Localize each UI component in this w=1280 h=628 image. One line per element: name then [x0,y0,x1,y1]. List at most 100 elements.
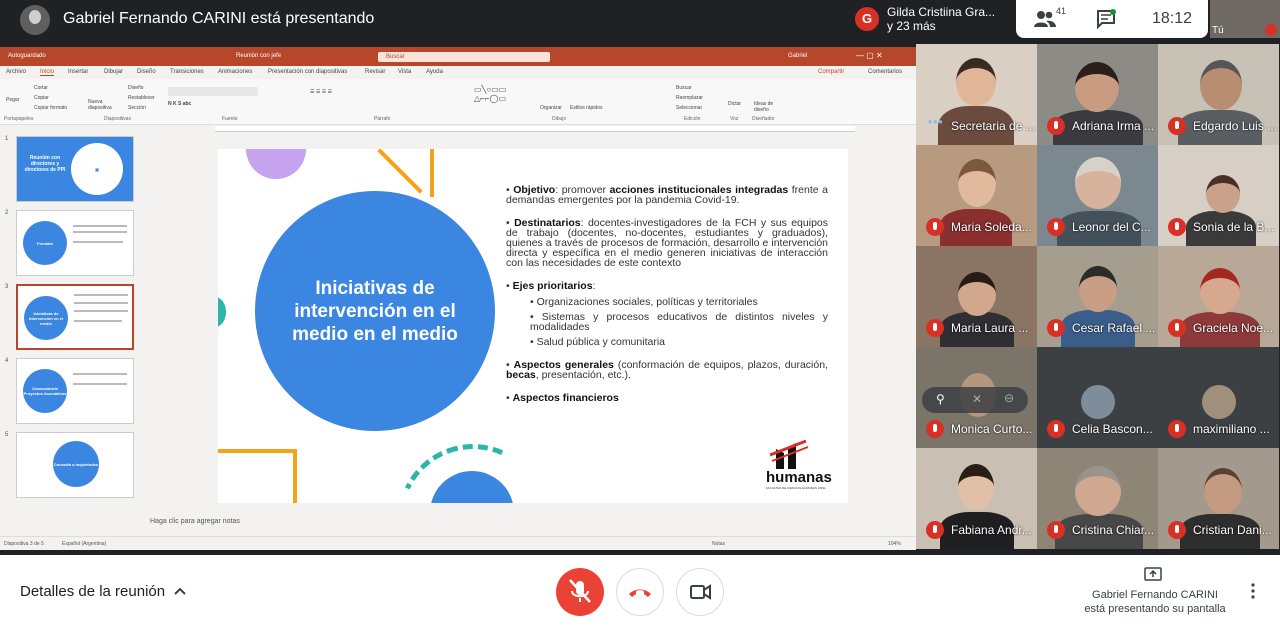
pin-icon[interactable]: ⚲ [936,392,945,406]
participants-count: 41 [1056,6,1067,16]
participant-name: Celia Bascon... [1072,422,1153,436]
active-speaker-card[interactable]: G Gilda Cristiina Gra... y 23 más [847,0,1013,38]
layout-button[interactable]: Diseño [128,85,144,91]
section-button[interactable]: Sección [128,105,146,111]
thumb-num: 4 [5,358,9,364]
participant-tile[interactable]: Adriana Irma ... [1037,44,1158,145]
group-dibujo: Dibujo [552,116,567,122]
meeting-details-button[interactable]: Detalles de la reunión [20,583,165,600]
menu-archivo[interactable]: Archivo [6,69,26,75]
ppt-ribbon: Pegar Cortar Copiar Copiar formato Nueva… [0,79,916,125]
mic-off-icon [1168,117,1186,135]
remove-icon[interactable]: ⊖ [1004,391,1014,405]
participant-tile[interactable]: Graciela Noe... [1158,246,1279,347]
camera-toggle-button[interactable] [676,568,724,616]
participant-tile[interactable]: Cristina Chiar... [1037,448,1158,549]
mic-toggle-button[interactable] [556,568,604,616]
menu-diseno[interactable]: Diseño [137,69,156,75]
new-slide-button[interactable]: Nueva diapositiva [88,99,118,111]
participant-name: Edgardo Luis ... [1193,119,1278,133]
people-icon[interactable] [1034,10,1056,28]
slide-thumb-3[interactable]: Iniciativas de intervención en el medio [16,284,134,350]
participant-name: Fabiana Andr... [951,523,1032,537]
share-button[interactable]: Compartir [818,69,844,75]
format-painter-button[interactable]: Copiar formato [34,105,67,111]
participant-tile[interactable]: Fabiana Andr... [916,448,1037,549]
font-format-buttons[interactable]: N K S abc [168,101,191,107]
cut-button[interactable]: Cortar [34,85,48,91]
copy-button[interactable]: Copiar [34,95,49,101]
menu-animaciones[interactable]: Animaciones [218,69,252,75]
ppt-user[interactable]: Gabriel [788,53,807,59]
chevron-up-icon[interactable] [174,585,186,597]
reset-button[interactable]: Restablecer [128,95,155,101]
thumb-num: 3 [5,284,9,290]
find-button[interactable]: Buscar [676,85,692,91]
dictate-button[interactable]: Dictar [728,101,741,107]
more-options-icon[interactable] [1250,583,1256,599]
participant-tile[interactable]: Cesar Rafael ... [1037,246,1158,347]
autosave-label[interactable]: Autoguardado [8,53,46,59]
hang-up-button[interactable] [616,568,664,616]
participant-name: Cristina Chiar... [1072,523,1155,537]
slide-thumb-4[interactable]: Convocatoria Proyectos Asociativos [16,358,134,424]
paste-button[interactable]: Pegar [6,97,19,103]
participant-avatar [1202,385,1236,419]
speaker-avatar: G [855,7,879,31]
self-video-tile[interactable]: Tú [1210,0,1280,38]
menu-revisar[interactable]: Revisar [365,69,385,75]
zoom-level[interactable]: 104% [888,541,901,547]
quick-styles-button[interactable]: Estilos rápidos [570,105,603,111]
mic-off-icon [1168,319,1186,337]
mic-off-icon [1047,521,1065,539]
menu-dibujar[interactable]: Dibujar [104,69,123,75]
participant-tile[interactable]: Maria Soleda... [916,145,1037,246]
mic-off-icon [926,420,944,438]
clock: 18:12 [1152,10,1193,27]
comments-button[interactable]: Comentarios [868,69,902,75]
notes-pane[interactable]: Haga clic para agregar notas [140,512,916,536]
participant-tile[interactable]: ••• Secretaria de ... [916,44,1037,145]
menu-insertar[interactable]: Insertar [68,69,88,75]
participant-tile[interactable]: Maria Laura ... [916,246,1037,347]
slide-body: • Objetivo: promover acciones institucio… [506,185,828,416]
menu-presentacion[interactable]: Presentación con diapositivas [268,69,347,75]
tile-hover-controls[interactable]: ⚲ ✕ ⊖ [922,387,1028,413]
ppt-search[interactable]: Buscar [378,52,550,62]
participant-tile[interactable]: maximiliano ... [1158,347,1279,448]
shapes-gallery[interactable]: ▭╲○▭▭ △⌐⌐◯▭ [474,85,506,103]
participant-tile[interactable]: Celia Bascon... [1037,347,1158,448]
group-parrafo: Párrafo [374,116,391,122]
current-slide[interactable]: Iniciativas de intervención en el medio … [218,149,848,503]
language[interactable]: Español (Argentina) [62,541,106,547]
participant-tile[interactable]: Edgardo Luis ... [1158,44,1279,145]
slide-thumb-2[interactable]: Formato [16,210,134,276]
arrange-button[interactable]: Organizar [540,105,562,111]
notes-toggle[interactable]: Notas [712,541,725,547]
menu-vista[interactable]: Vista [398,69,411,75]
font-name-select[interactable] [168,87,258,96]
menu-inicio[interactable]: Inicio [40,69,55,76]
menu-transiciones[interactable]: Transiciones [170,69,204,75]
thumb-logo: ▣ [71,143,123,195]
mute-icon[interactable]: ✕ [972,392,982,406]
paragraph-buttons[interactable]: ☰ ☰ ☰ ☰ [310,89,332,95]
present-screen-icon[interactable] [1144,567,1162,581]
replace-button[interactable]: Reemplazar [676,95,703,101]
group-portapapeles: Portapapeles [4,116,34,122]
slide-thumb-1[interactable]: ▣ Reunión con directores y directores de… [16,136,134,202]
participant-name: Adriana Irma ... [1072,119,1155,133]
menu-ayuda[interactable]: Ayuda [426,69,443,75]
select-button[interactable]: Seleccionar [676,105,702,111]
participant-tile[interactable]: Sonia de la B... [1158,145,1279,246]
participant-tile[interactable]: ⚲ ✕ ⊖ Monica Curto... [916,347,1037,448]
bullet-destinatarios: • Destinatarios: docentes-investigadores… [506,217,829,269]
participant-tile[interactable]: Cristian Dani... [1158,448,1279,549]
participant-name: Cristian Dani... [1193,523,1272,537]
designer-button[interactable]: Ideas de diseño [754,101,780,113]
participant-tile[interactable]: Leonor del C... [1037,145,1158,246]
participant-name: Sonia de la B... [1193,220,1275,234]
slide-thumb-5[interactable]: Consulta o inquietudes [16,432,134,498]
window-controls[interactable]: — ▢ ✕ [856,51,883,60]
chat-icon[interactable] [1096,9,1116,29]
